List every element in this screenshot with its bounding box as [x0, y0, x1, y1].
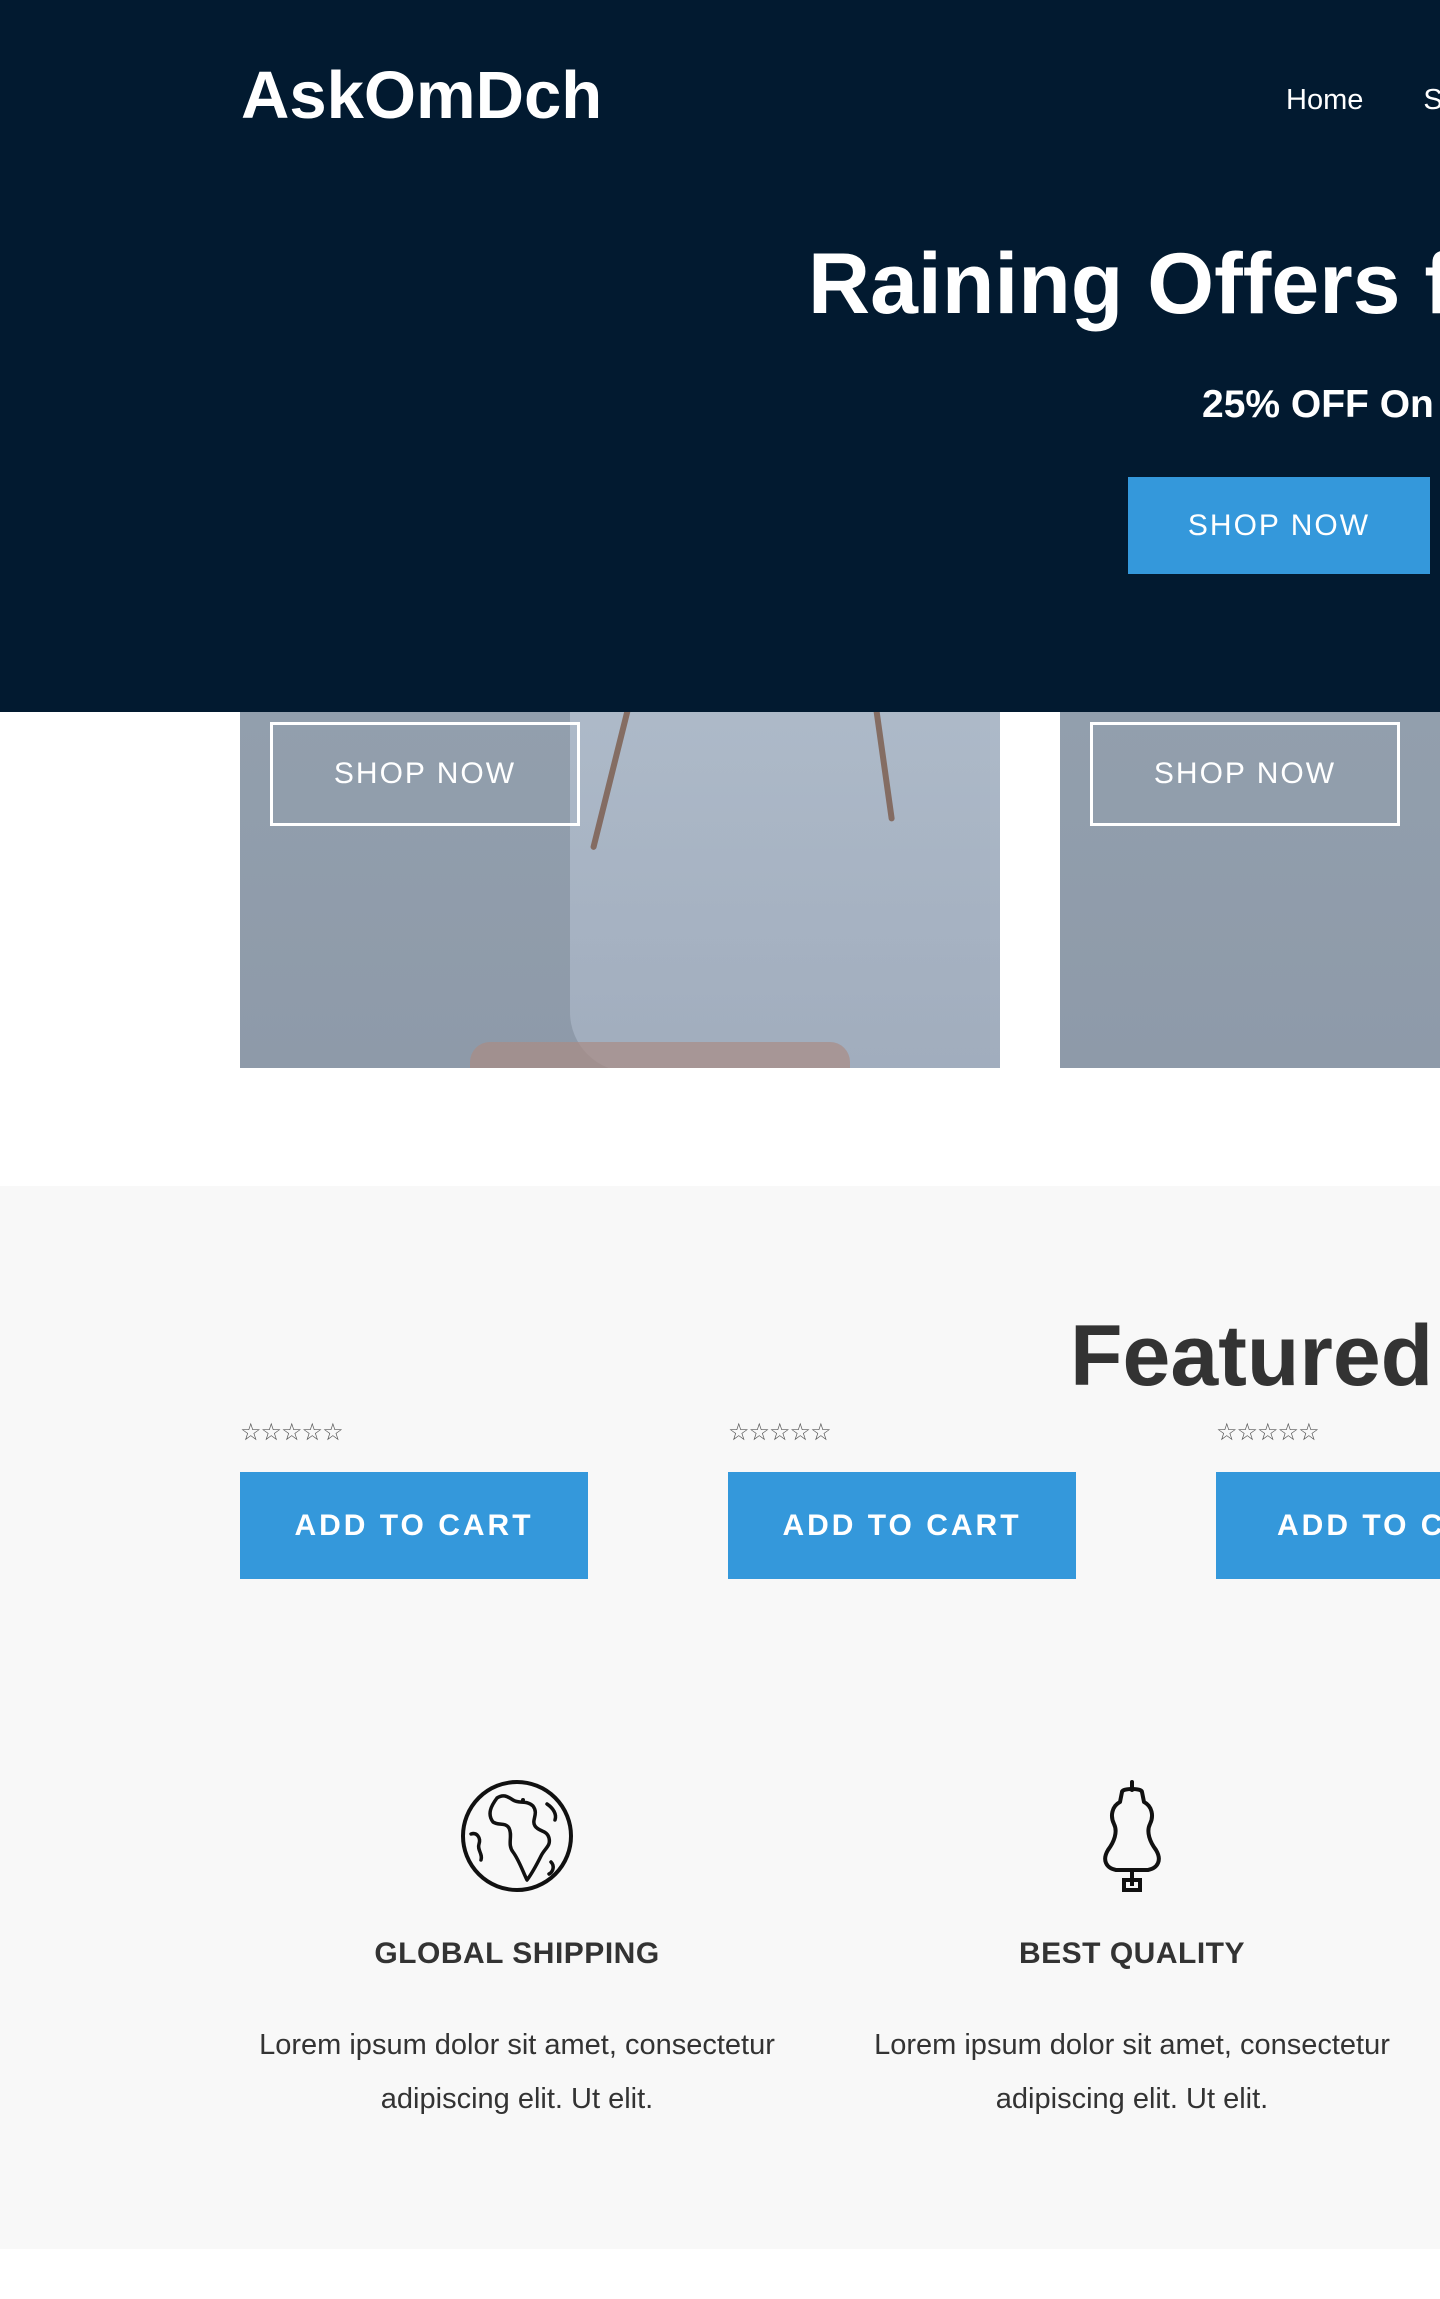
nav-item-home[interactable]: Home [1286, 80, 1363, 120]
product-card: ☆☆☆☆☆ ADD TO CART [728, 1418, 1076, 1579]
hero-section: AskOmDch Home S Raining Offers f 25% OFF… [0, 0, 1440, 712]
category-card-men[interactable]: SHOP NOW [1060, 712, 1440, 1068]
shop-now-button[interactable]: SHOP NOW [270, 722, 580, 826]
feature-best-quality: BEST QUALITY Lorem ipsum dolor sit amet,… [852, 1776, 1412, 2126]
feature-description-line: Lorem ipsum dolor sit amet, consectetur [259, 2029, 775, 2061]
feature-description: Lorem ipsum dolor sit amet, consectetur … [237, 2018, 797, 2126]
hero-subtitle: 25% OFF On [1202, 383, 1434, 426]
star-rating: ☆☆☆☆☆ [728, 1419, 832, 1446]
globe-icon [461, 1780, 573, 1892]
main-nav: Home S [1286, 80, 1440, 120]
feature-title: GLOBAL SHIPPING [374, 1937, 660, 1970]
star-rating: ☆☆☆☆☆ [240, 1419, 344, 1446]
site-logo[interactable]: AskOmDch [241, 52, 602, 140]
product-card: ☆☆☆☆☆ ADD TO CA [1216, 1418, 1440, 1579]
product-card: ☆☆☆☆☆ ADD TO CART [240, 1418, 588, 1579]
shirt-image [570, 712, 1000, 1068]
feature-title: BEST QUALITY [1018, 1937, 1245, 1970]
add-to-cart-button[interactable]: ADD TO CART [240, 1472, 588, 1579]
hero-shop-now-button[interactable]: SHOP NOW [1128, 477, 1430, 574]
feature-description: Lorem ipsum dolor sit amet, consectetur … [852, 2018, 1412, 2126]
nav-item-shop[interactable]: S [1423, 80, 1440, 120]
star-rating: ☆☆☆☆☆ [1216, 1419, 1320, 1446]
shop-now-button[interactable]: SHOP NOW [1090, 722, 1400, 826]
category-card-women[interactable]: SHOP NOW [240, 712, 1000, 1068]
add-to-cart-button[interactable]: ADD TO CART [728, 1472, 1076, 1579]
dress-form-icon [1103, 1780, 1161, 1892]
feature-description-line: adipiscing elit. Ut elit. [995, 2083, 1269, 2115]
feature-global-shipping: GLOBAL SHIPPING Lorem ipsum dolor sit am… [237, 1776, 797, 2126]
featured-section: Featured ☆☆☆☆☆ ADD TO CART ☆☆☆☆☆ ADD TO … [0, 1186, 1440, 2249]
hero-title: Raining Offers f [808, 236, 1440, 332]
add-to-cart-button[interactable]: ADD TO CA [1216, 1472, 1440, 1579]
feature-description-line: adipiscing elit. Ut elit. [380, 2083, 654, 2115]
skin-area [470, 1042, 850, 1068]
feature-description-line: Lorem ipsum dolor sit amet, consectetur [874, 2029, 1390, 2061]
featured-title: Featured [1070, 1308, 1434, 1404]
